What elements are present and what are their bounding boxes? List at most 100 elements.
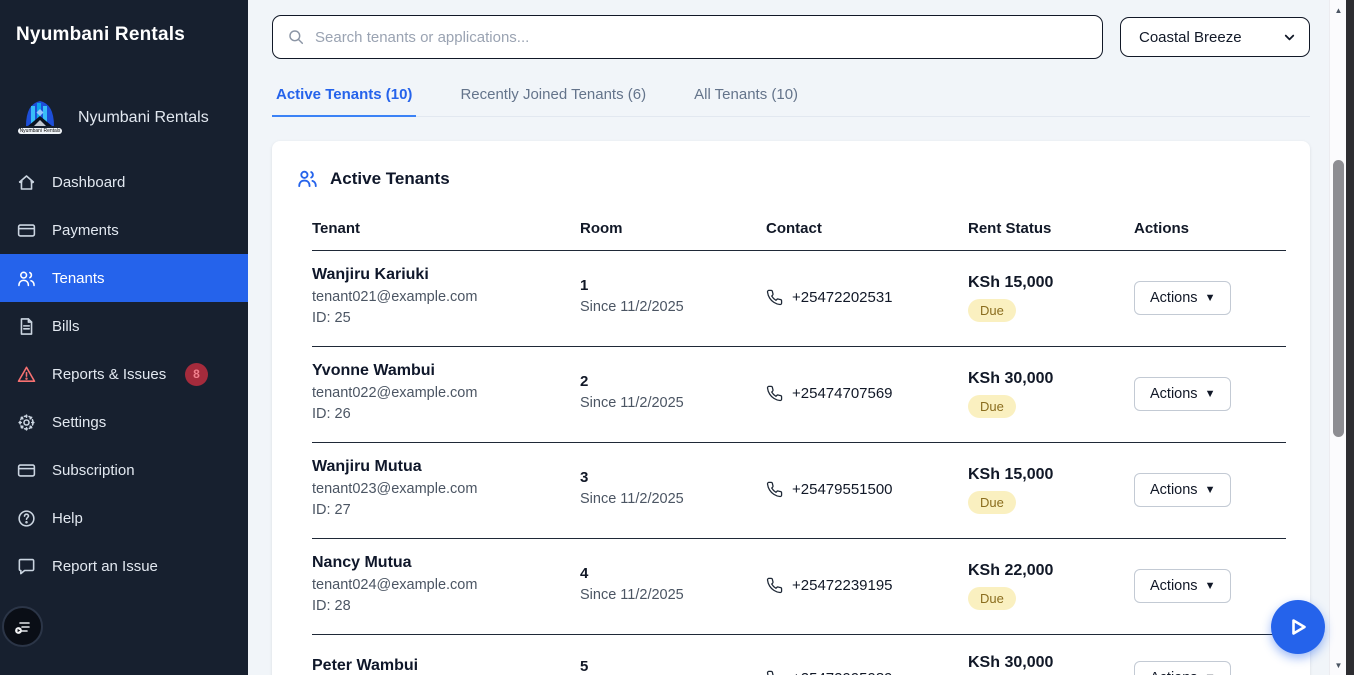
column-header-room: Room bbox=[580, 220, 766, 250]
sidebar-item-subscription[interactable]: Subscription bbox=[0, 446, 248, 494]
active-tenants-card: Active Tenants Tenant Room Contact Rent … bbox=[272, 141, 1310, 675]
question-circle-icon bbox=[16, 508, 37, 529]
property-select-value: Coastal Breeze bbox=[1139, 29, 1242, 46]
brand-logo: Nyumbani Rentals bbox=[16, 96, 64, 140]
sidebar-item-label: Bills bbox=[52, 318, 80, 335]
gear-icon bbox=[16, 412, 37, 433]
chevron-down-icon bbox=[1282, 30, 1297, 45]
room-number: 1 bbox=[580, 277, 766, 294]
credit-card-icon bbox=[16, 460, 37, 481]
scrollbar-down-arrow[interactable]: ▼ bbox=[1330, 657, 1347, 673]
tenant-cell: Nancy Mutua tenant024@example.com ID: 28 bbox=[312, 554, 580, 617]
tenant-name: Wanjiru Kariuki bbox=[312, 266, 580, 284]
phone-icon bbox=[766, 670, 783, 675]
assistant-play-button[interactable] bbox=[1271, 600, 1325, 654]
sidebar-item-report-issue[interactable]: Report an Issue bbox=[0, 542, 248, 590]
tenant-id: ID: 28 bbox=[312, 596, 580, 617]
room-since: Since 11/2/2025 bbox=[580, 297, 766, 318]
tenant-email: tenant022@example.com bbox=[312, 383, 580, 404]
search-icon bbox=[287, 28, 305, 46]
tenant-phone: +25474707569 bbox=[792, 385, 893, 402]
tenant-name: Peter Wambui bbox=[312, 657, 580, 675]
actions-button-label: Actions bbox=[1150, 482, 1198, 498]
sidebar-item-label: Subscription bbox=[52, 462, 135, 479]
rent-status-cell: KSh 15,000 Due bbox=[968, 466, 1134, 514]
phone-icon bbox=[766, 481, 783, 498]
brand-logo-label: Nyumbani Rentals bbox=[18, 128, 63, 134]
tenant-id: ID: 27 bbox=[312, 500, 580, 521]
vertical-scrollbar[interactable]: ▲ ▼ bbox=[1329, 0, 1346, 675]
room-cell: 3 Since 11/2/2025 bbox=[580, 469, 766, 510]
scrollbar-up-arrow[interactable]: ▲ bbox=[1330, 2, 1347, 18]
table-row: Peter Wambui tenant025@example.com 5 Sin… bbox=[312, 635, 1286, 675]
sidebar-item-bills[interactable]: Bills bbox=[0, 302, 248, 350]
sidebar-item-label: Dashboard bbox=[52, 174, 125, 191]
actions-cell: Actions▼ bbox=[1134, 661, 1286, 675]
tab-active-tenants[interactable]: Active Tenants (10) bbox=[272, 86, 416, 116]
rent-amount: KSh 15,000 bbox=[968, 466, 1134, 484]
tenant-name: Nancy Mutua bbox=[312, 554, 580, 572]
row-actions-button[interactable]: Actions ▼ bbox=[1134, 377, 1231, 411]
tenant-id: ID: 26 bbox=[312, 404, 580, 425]
sidebar-widget-button[interactable] bbox=[2, 606, 43, 647]
contact-cell: +25474707569 bbox=[766, 385, 968, 402]
phone-icon bbox=[766, 289, 783, 306]
phone-icon bbox=[766, 385, 783, 402]
property-select[interactable]: Coastal Breeze bbox=[1120, 17, 1310, 57]
actions-cell: Actions▼ bbox=[1134, 473, 1286, 507]
room-number: 3 bbox=[580, 469, 766, 486]
contact-cell: +25472239195 bbox=[766, 577, 968, 594]
users-icon bbox=[296, 167, 319, 190]
scrollbar-thumb[interactable] bbox=[1333, 160, 1344, 437]
tenant-cell: Wanjiru Kariuki tenant021@example.com ID… bbox=[312, 266, 580, 329]
contact-cell: +25472202531 bbox=[766, 289, 968, 306]
tenant-phone: +25472202531 bbox=[792, 289, 893, 306]
sidebar-item-help[interactable]: Help bbox=[0, 494, 248, 542]
tab-all-tenants[interactable]: All Tenants (10) bbox=[690, 86, 802, 116]
table-row: Nancy Mutua tenant024@example.com ID: 28… bbox=[312, 539, 1286, 635]
card-header: Active Tenants bbox=[296, 167, 1286, 190]
tenant-phone: +25472239195 bbox=[792, 577, 893, 594]
sidebar-item-dashboard[interactable]: Dashboard bbox=[0, 158, 248, 206]
sidebar-item-label: Help bbox=[52, 510, 83, 527]
row-actions-button[interactable]: Actions▼ bbox=[1134, 569, 1231, 603]
table-row: Yvonne Wambui tenant022@example.com ID: … bbox=[312, 347, 1286, 443]
actions-button-label: Actions bbox=[1150, 578, 1198, 594]
actions-cell: Actions ▼ bbox=[1134, 377, 1286, 411]
sidebar-item-payments[interactable]: Payments bbox=[0, 206, 248, 254]
rent-status-cell: KSh 15,000 Due bbox=[968, 274, 1134, 322]
room-number: 4 bbox=[580, 565, 766, 582]
sidebar-item-settings[interactable]: Settings bbox=[0, 398, 248, 446]
tenant-cell: Peter Wambui tenant025@example.com bbox=[312, 657, 580, 675]
rent-amount: KSh 30,000 bbox=[968, 654, 1134, 672]
room-number: 2 bbox=[580, 373, 766, 390]
column-header-tenant: Tenant bbox=[312, 220, 580, 250]
rent-status-badge: Due bbox=[968, 587, 1016, 610]
rent-status-badge: Due bbox=[968, 395, 1016, 418]
contact-cell: +25479551500 bbox=[766, 481, 968, 498]
rent-amount: KSh 30,000 bbox=[968, 370, 1134, 388]
table-row: Wanjiru Kariuki tenant021@example.com ID… bbox=[312, 251, 1286, 347]
search-box bbox=[272, 15, 1103, 59]
row-actions-button[interactable]: Actions▼ bbox=[1134, 661, 1231, 675]
card-title: Active Tenants bbox=[330, 169, 450, 189]
sidebar-item-label: Report an Issue bbox=[52, 558, 158, 575]
actions-button-label: Actions bbox=[1150, 386, 1198, 402]
caret-down-icon: ▼ bbox=[1205, 388, 1216, 400]
rent-status-cell: KSh 30,000 Due bbox=[968, 370, 1134, 418]
caret-down-icon: ▼ bbox=[1205, 292, 1216, 304]
actions-cell: Actions▼ bbox=[1134, 281, 1286, 315]
rent-status-cell: KSh 22,000 Due bbox=[968, 562, 1134, 610]
room-cell: 2 Since 11/2/2025 bbox=[580, 373, 766, 414]
sidebar-item-tenants[interactable]: Tenants bbox=[0, 254, 248, 302]
room-cell: 5 Since 11/2/2025 bbox=[580, 658, 766, 675]
column-header-rent-status: Rent Status bbox=[968, 220, 1134, 250]
search-input[interactable] bbox=[315, 29, 1088, 46]
row-actions-button[interactable]: Actions▼ bbox=[1134, 281, 1231, 315]
sidebar-item-label: Payments bbox=[52, 222, 119, 239]
sidebar-item-reports-issues[interactable]: Reports & Issues 8 bbox=[0, 350, 248, 398]
rent-status-cell: KSh 30,000 Due bbox=[968, 654, 1134, 675]
row-actions-button[interactable]: Actions▼ bbox=[1134, 473, 1231, 507]
tab-recently-joined-tenants[interactable]: Recently Joined Tenants (6) bbox=[456, 86, 650, 116]
table-body: Wanjiru Kariuki tenant021@example.com ID… bbox=[312, 251, 1286, 675]
